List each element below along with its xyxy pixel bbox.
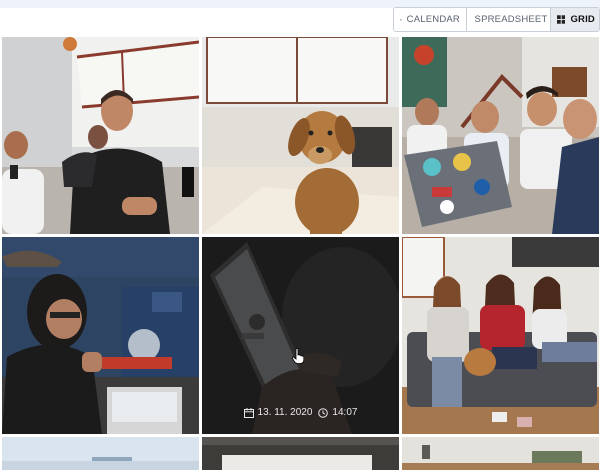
- photo-meta: 13. 11. 2020 14:07: [202, 407, 399, 418]
- photo-tile-row3-1[interactable]: [2, 437, 199, 470]
- photo-tile-phone-dark[interactable]: 13. 11. 2020 14:07: [202, 237, 399, 434]
- team-laptop-photo: [402, 37, 599, 234]
- calendar-icon: [243, 407, 254, 418]
- grid-icon: [557, 15, 566, 24]
- hand-pointer-icon: [292, 348, 304, 364]
- clock-icon: [318, 407, 329, 418]
- team-laughing-photo: [2, 37, 199, 234]
- woman-desk-photo: [2, 237, 199, 434]
- grid-view-button[interactable]: GRID: [551, 8, 599, 31]
- photo-tile-women-sofa[interactable]: [402, 237, 599, 434]
- photo-tile-team-laughing[interactable]: [2, 37, 199, 234]
- photo-tile-team-laptop[interactable]: [402, 37, 599, 234]
- row3-photo-3: [402, 437, 599, 470]
- view-switch: CALENDAR SPREADSHEET GRID: [393, 7, 600, 32]
- photo-time: 14:07: [332, 407, 358, 418]
- calendar-icon: [400, 18, 402, 21]
- row3-photo-2: [202, 437, 399, 470]
- photo-tile-row3-2[interactable]: [202, 437, 399, 470]
- photo-tile-woman-desk[interactable]: [2, 237, 199, 434]
- date-group: 13. 11. 2020: [243, 407, 313, 418]
- dog-office-photo: [202, 37, 399, 234]
- phone-dark-photo: [202, 237, 399, 434]
- calendar-view-button[interactable]: CALENDAR: [394, 8, 467, 31]
- photo-date: 13. 11. 2020: [257, 407, 313, 418]
- photo-tile-dog-office[interactable]: [202, 37, 399, 234]
- time-group: 14:07: [318, 407, 357, 418]
- spreadsheet-view-button[interactable]: SPREADSHEET: [467, 8, 551, 31]
- calendar-view-label: CALENDAR: [406, 14, 460, 25]
- grid-view-label: GRID: [570, 14, 595, 25]
- spreadsheet-view-label: SPREADSHEET: [474, 14, 548, 25]
- row3-photo-1: [2, 437, 199, 470]
- photo-tile-row3-3[interactable]: [402, 437, 599, 470]
- women-sofa-photo: [402, 237, 599, 434]
